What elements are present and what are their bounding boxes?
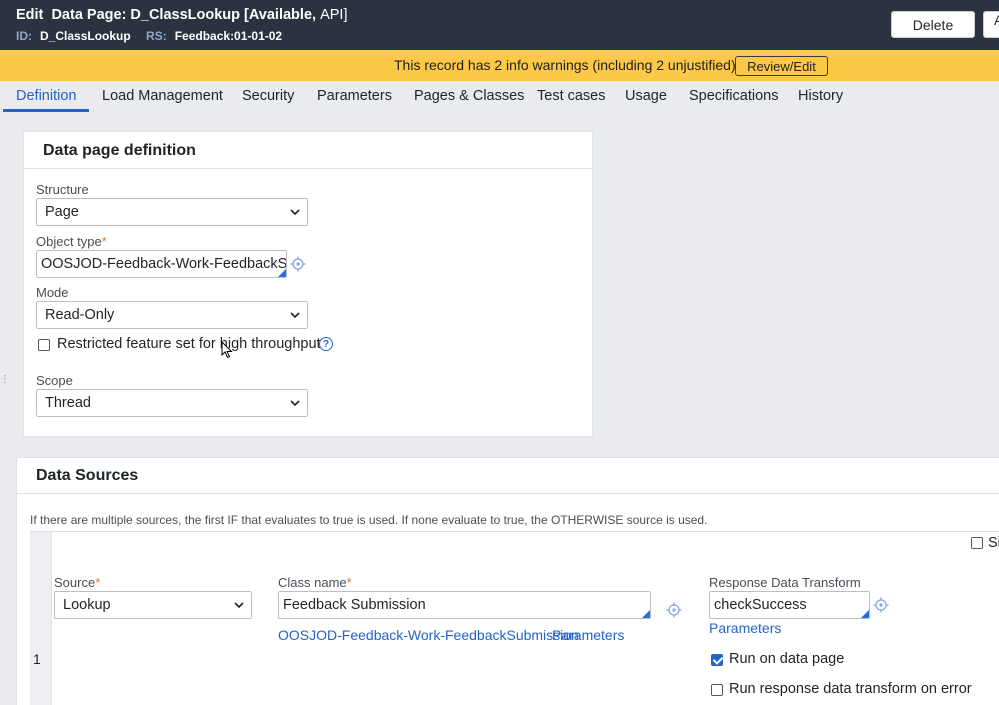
record-subtitle: ID: D_ClassLookup RS: Feedback:01-01-02 — [16, 29, 294, 43]
restricted-checkbox[interactable] — [38, 339, 50, 351]
autocomplete-corner-icon — [861, 610, 869, 618]
definition-divider — [24, 168, 592, 169]
active-tab-indicator — [3, 109, 89, 112]
scope-label: Scope — [36, 373, 73, 388]
scope-select[interactable]: Thread — [36, 389, 308, 417]
class-name-input[interactable]: Feedback Submission — [278, 591, 651, 619]
warning-bar: This record has 2 info warnings (includi… — [0, 50, 999, 81]
chevron-down-icon — [290, 400, 300, 407]
source-row-border — [30, 531, 999, 532]
structure-select[interactable]: Page — [36, 198, 308, 226]
class-parameters-link[interactable]: Parameters — [552, 627, 624, 643]
chevron-down-icon — [290, 312, 300, 319]
required-icon: * — [346, 575, 352, 590]
source-value: Lookup — [63, 597, 111, 613]
object-type-value: OOSJOD-Feedback-Work-FeedbackSubm — [41, 256, 287, 272]
run-on-page-label: Run on data page — [729, 651, 845, 667]
row-number-column — [30, 531, 52, 705]
object-type-label: Object type* — [36, 234, 107, 249]
response-parameters-link[interactable]: Parameters — [709, 620, 781, 636]
tab-specifications[interactable]: Specifications — [689, 88, 778, 104]
run-on-error-checkbox[interactable] — [711, 684, 723, 696]
record-name: Data Page: D_ClassLookup — [51, 7, 241, 23]
required-icon: * — [101, 234, 107, 249]
definition-title: Data page definition — [43, 142, 196, 159]
class-name-label: Class name* — [278, 575, 352, 590]
required-icon: * — [95, 575, 101, 590]
mode-label: Mode — [36, 285, 69, 300]
chevron-down-icon — [234, 602, 244, 609]
tab-test-cases[interactable]: Test cases — [537, 88, 606, 104]
data-sources-hint: If there are multiple sources, the first… — [30, 513, 708, 527]
record-title: Edit Data Page: D_ClassLookup [Available… — [16, 7, 347, 23]
autocomplete-corner-icon — [278, 269, 286, 277]
target-icon[interactable] — [666, 602, 682, 618]
scope-value: Thread — [45, 395, 91, 411]
tab-security[interactable]: Security — [242, 88, 294, 104]
source-select[interactable]: Lookup — [54, 591, 252, 619]
edit-label: Edit — [16, 7, 44, 23]
simulate-label: Si — [988, 535, 999, 551]
tab-load-management[interactable]: Load Management — [102, 88, 223, 104]
rs-value: Feedback:01-01-02 — [174, 29, 283, 43]
simulate-checkbox[interactable] — [971, 537, 983, 549]
class-name-value: Feedback Submission — [283, 597, 426, 613]
chevron-down-icon — [290, 209, 300, 216]
tab-bar: Definition Load Management Security Para… — [0, 81, 999, 112]
review-edit-button[interactable]: Review/Edit — [735, 56, 828, 76]
target-icon[interactable] — [873, 597, 889, 613]
structure-label: Structure — [36, 182, 89, 197]
response-dt-value: checkSuccess — [714, 597, 807, 613]
record-status: [Available, — [244, 7, 317, 23]
tab-definition[interactable]: Definition — [16, 88, 76, 104]
help-icon[interactable]: ? — [319, 337, 333, 351]
class-link[interactable]: OOSJOD-Feedback-Work-FeedbackSubmission — [278, 627, 579, 643]
drag-handle-icon[interactable]: ⋮ — [0, 374, 10, 385]
run-on-page-checkbox[interactable] — [711, 654, 723, 666]
autocomplete-corner-icon — [642, 610, 650, 618]
id-label: ID: — [16, 29, 32, 43]
restricted-label: Restricted feature set for high throughp… — [57, 336, 321, 352]
warning-text: This record has 2 info warnings (includi… — [394, 57, 736, 73]
data-sources-title: Data Sources — [36, 467, 139, 484]
tab-pages-classes[interactable]: Pages & Classes — [414, 88, 524, 104]
target-icon[interactable] — [290, 256, 306, 272]
mode-select[interactable]: Read-Only — [36, 301, 308, 329]
data-sources-divider — [17, 493, 999, 494]
source-label: Source* — [54, 575, 101, 590]
run-on-error-label: Run response data transform on error — [729, 681, 972, 697]
record-header: Edit Data Page: D_ClassLookup [Available… — [0, 0, 999, 50]
response-dt-input[interactable]: checkSuccess — [709, 591, 870, 619]
actions-button[interactable]: A — [983, 11, 999, 38]
row-number: 1 — [33, 651, 41, 667]
record-type: API] — [320, 7, 348, 23]
object-type-input[interactable]: OOSJOD-Feedback-Work-FeedbackSubm — [36, 250, 287, 278]
tab-history[interactable]: History — [798, 88, 843, 104]
tab-parameters[interactable]: Parameters — [317, 88, 392, 104]
structure-value: Page — [45, 204, 79, 220]
id-value: D_ClassLookup — [40, 29, 131, 43]
response-dt-label: Response Data Transform — [709, 575, 861, 590]
delete-button[interactable]: Delete — [891, 11, 975, 38]
mode-value: Read-Only — [45, 307, 115, 323]
mouse-cursor-icon — [221, 341, 233, 359]
rs-label: RS: — [146, 29, 167, 43]
tab-usage[interactable]: Usage — [625, 88, 667, 104]
